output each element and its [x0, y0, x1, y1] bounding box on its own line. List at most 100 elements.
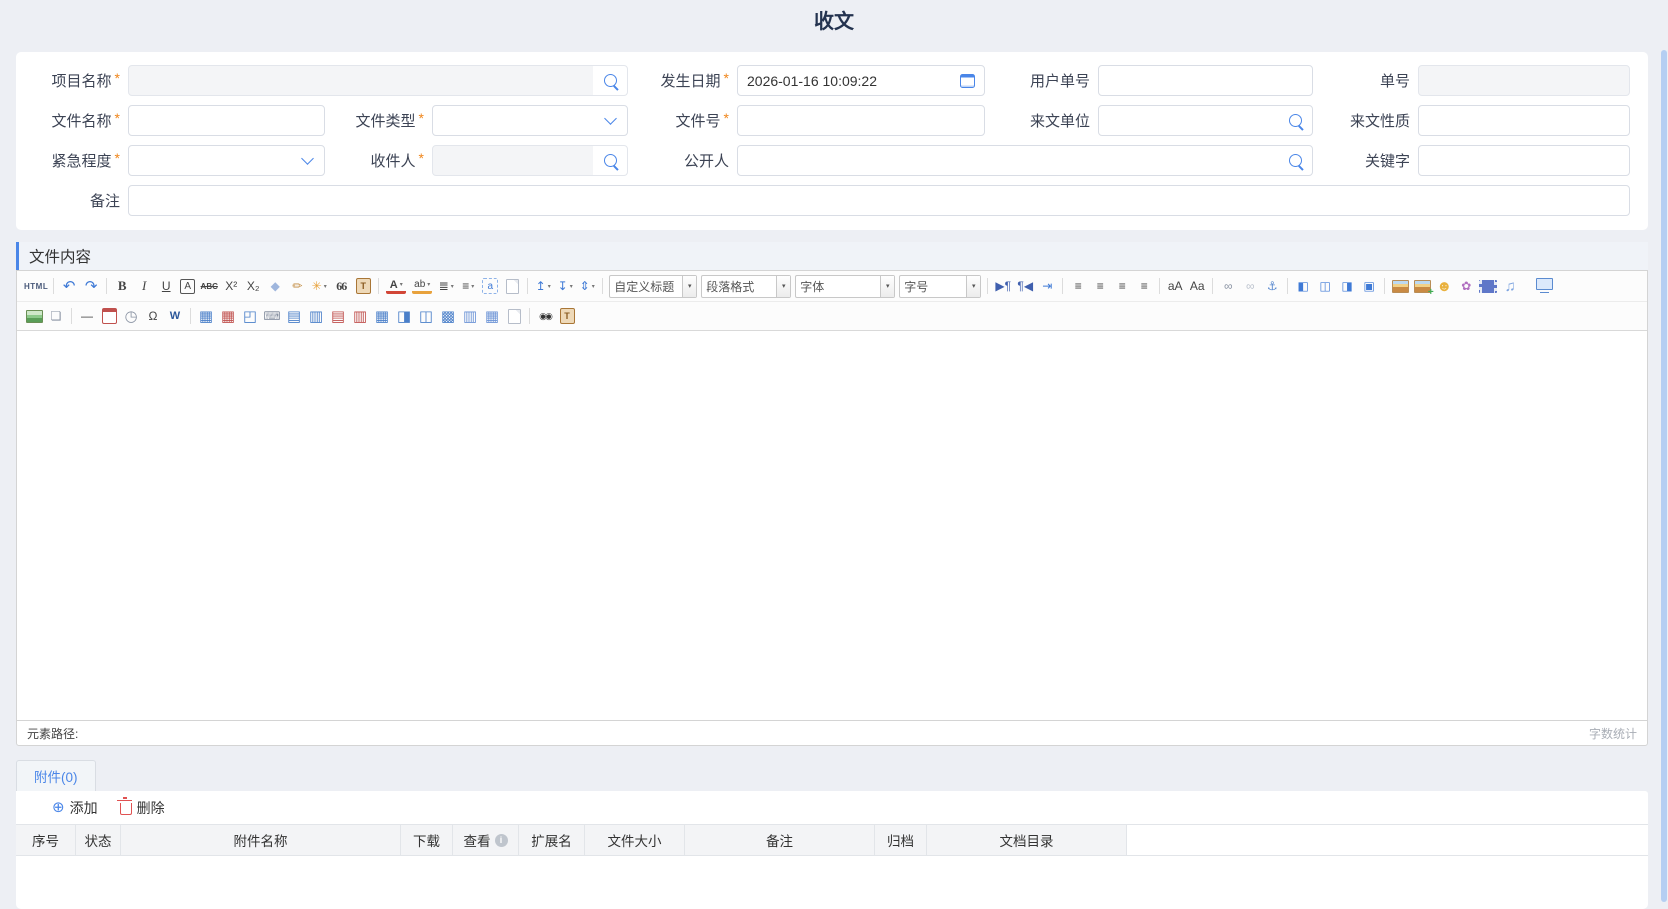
delete-col-icon[interactable]: ▥ [350, 306, 370, 326]
image-inline-icon[interactable]: ▣ [1359, 276, 1379, 296]
add-attachment-button[interactable]: ⊕ 添加 [52, 798, 98, 818]
dropdown-caret-icon[interactable]: ▾ [548, 283, 551, 290]
blockquote-icon[interactable]: 66 [331, 276, 351, 296]
paste-icon[interactable]: T [557, 306, 577, 326]
bullet-list-icon[interactable]: ≡▾ [458, 276, 478, 296]
search-icon[interactable] [1278, 106, 1312, 135]
occur-date-input[interactable]: 2026-01-16 10:09:22 [737, 65, 985, 96]
line-height-icon[interactable]: ⇕▾ [577, 276, 597, 296]
dropdown-caret-icon[interactable]: ▾ [880, 276, 894, 297]
remark-input[interactable] [128, 185, 1630, 216]
dropdown-caret-icon[interactable]: ▾ [682, 276, 696, 297]
vertical-scrollbar[interactable] [1661, 50, 1667, 902]
insert-video-icon[interactable] [1478, 276, 1498, 296]
align-center-icon[interactable]: ≡ [1090, 276, 1110, 296]
urgency-input[interactable] [128, 145, 325, 176]
dropdown-caret-icon[interactable]: ▾ [400, 281, 403, 288]
publisher-input[interactable] [737, 145, 1313, 176]
insert-table-icon[interactable]: ▦ [196, 306, 216, 326]
word-import-icon[interactable]: W [165, 306, 185, 326]
map-icon[interactable] [24, 306, 44, 326]
page-break-icon[interactable] [504, 306, 524, 326]
italic-icon[interactable]: I [134, 276, 154, 296]
table-title-icon[interactable]: ◰ [240, 306, 260, 326]
custom-title-select[interactable]: 自定义标题▾ [609, 275, 697, 298]
merge-right-icon[interactable]: ◨ [394, 306, 414, 326]
link-icon[interactable]: ∞ [1218, 276, 1238, 296]
scrawl-icon[interactable]: ✿ [1456, 276, 1476, 296]
file-type-input[interactable] [432, 105, 628, 136]
source-unit-input[interactable] [1098, 105, 1313, 136]
highlight-color-icon[interactable]: ab▾ [412, 279, 432, 294]
source-nature-input[interactable] [1418, 105, 1630, 136]
insert-col-icon[interactable]: ▥ [306, 306, 326, 326]
dropdown-caret-icon[interactable]: ▾ [570, 283, 573, 290]
dropdown-caret-icon[interactable]: ▾ [324, 283, 327, 290]
dropdown-caret-icon[interactable]: ▾ [427, 281, 430, 288]
align-justify-icon[interactable]: ≡ [1134, 276, 1154, 296]
subscript-icon[interactable]: X₂ [243, 276, 263, 296]
delete-table-icon[interactable]: ▦ [218, 306, 238, 326]
format-brush-icon[interactable]: ✏ [287, 276, 307, 296]
project-name-input[interactable] [128, 65, 628, 96]
word-count-label[interactable]: 字数统计 [1589, 725, 1637, 742]
keyword-input[interactable] [1418, 145, 1630, 176]
dropdown-caret-icon[interactable]: ▾ [966, 276, 980, 297]
ltr-paragraph-icon[interactable]: ▶¶ [993, 276, 1013, 296]
editor-body[interactable] [17, 331, 1647, 720]
ordered-list-icon[interactable]: ≣▾ [436, 276, 456, 296]
superscript-icon[interactable]: X² [221, 276, 241, 296]
insert-date-icon[interactable] [99, 306, 119, 326]
paragraph-format-select[interactable]: 段落格式▾ [701, 275, 791, 298]
blank-doc-icon[interactable] [502, 276, 522, 296]
image-align-left-icon[interactable]: ◧ [1293, 276, 1313, 296]
merge-cells-icon[interactable]: ▦ [372, 306, 392, 326]
split-rows-icon[interactable]: ▥ [460, 306, 480, 326]
paste-text-icon[interactable]: T [353, 276, 373, 296]
find-replace-icon[interactable]: ◉◉ [535, 306, 555, 326]
delete-attachment-button[interactable]: 删除 [120, 798, 165, 818]
image-align-right-icon[interactable]: ◨ [1337, 276, 1357, 296]
insert-time-icon[interactable]: ◷ [121, 306, 141, 326]
file-no-input[interactable] [737, 105, 985, 136]
insert-paragraph-before-table-icon[interactable]: ⌨ [262, 306, 282, 326]
user-order-no-input[interactable] [1098, 65, 1313, 96]
info-icon[interactable]: i [495, 834, 508, 847]
recipient-input[interactable] [432, 145, 628, 176]
horizontal-rule-icon[interactable]: — [77, 306, 97, 326]
insert-music-icon[interactable]: ♫ [1500, 276, 1520, 296]
emoticon-icon[interactable]: ☻ [1434, 276, 1454, 296]
underline-icon[interactable]: U [156, 276, 176, 296]
insert-image-icon[interactable] [1390, 276, 1410, 296]
chevron-icon[interactable] [290, 146, 324, 175]
unlink-icon[interactable]: ∞ [1240, 276, 1260, 296]
file-name-input[interactable] [128, 105, 325, 136]
font-border-icon[interactable]: A [180, 279, 195, 294]
rtl-paragraph-icon[interactable]: ¶◀ [1015, 276, 1035, 296]
strikethrough-icon[interactable]: ABC [199, 276, 219, 296]
paragraph-spacing-bottom-icon[interactable]: ↧▾ [555, 276, 575, 296]
multi-image-icon[interactable] [1412, 276, 1432, 296]
align-left-icon[interactable]: ≡ [1068, 276, 1088, 296]
dropdown-caret-icon[interactable]: ▾ [451, 283, 454, 290]
font-family-select[interactable]: 字体▾ [795, 275, 895, 298]
auto-typeset-icon[interactable]: ✳▾ [309, 276, 329, 296]
remove-format-icon[interactable]: ◆ [265, 276, 285, 296]
bold-icon[interactable]: B [112, 276, 132, 296]
anchor-icon[interactable]: ⚓ [1262, 276, 1282, 296]
redo-icon[interactable]: ↷ [81, 276, 101, 296]
split-cells-icon[interactable]: ▩ [438, 306, 458, 326]
tab-attachments[interactable]: 附件(0) [16, 760, 96, 791]
order-no-input[interactable] [1418, 65, 1630, 96]
preview-screen-icon[interactable] [1534, 276, 1554, 296]
search-icon[interactable] [1278, 146, 1312, 175]
align-right-icon[interactable]: ≡ [1112, 276, 1132, 296]
screenshot-icon[interactable]: ❏ [46, 306, 66, 326]
paragraph-spacing-top-icon[interactable]: ↥▾ [533, 276, 553, 296]
indent-icon[interactable]: ⇥ [1037, 276, 1057, 296]
source-code-icon[interactable]: HTML [24, 276, 48, 296]
special-chars-icon[interactable]: Ω [143, 306, 163, 326]
dropdown-caret-icon[interactable]: ▾ [776, 276, 790, 297]
font-size-select[interactable]: 字号▾ [899, 275, 981, 298]
dropdown-caret-icon[interactable]: ▾ [471, 283, 474, 290]
